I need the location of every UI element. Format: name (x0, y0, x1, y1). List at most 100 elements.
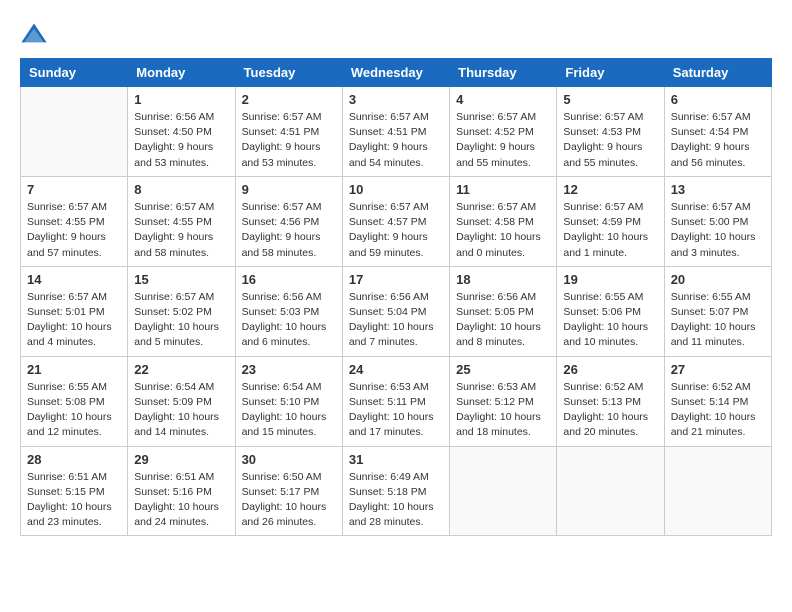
calendar-cell (21, 87, 128, 177)
day-number: 19 (563, 272, 657, 287)
day-number: 15 (134, 272, 228, 287)
cell-info: Sunrise: 6:54 AMSunset: 5:09 PMDaylight:… (134, 380, 228, 441)
calendar-cell: 31 Sunrise: 6:49 AMSunset: 5:18 PMDayligh… (342, 446, 449, 536)
weekday-header: Saturday (664, 59, 771, 87)
cell-info: Sunrise: 6:49 AMSunset: 5:18 PMDaylight:… (349, 470, 443, 531)
cell-info: Sunrise: 6:57 AMSunset: 4:57 PMDaylight:… (349, 200, 443, 261)
calendar-cell: 19 Sunrise: 6:55 AMSunset: 5:06 PMDayligh… (557, 266, 664, 356)
day-number: 27 (671, 362, 765, 377)
calendar-cell: 25 Sunrise: 6:53 AMSunset: 5:12 PMDayligh… (450, 356, 557, 446)
cell-info: Sunrise: 6:57 AMSunset: 5:01 PMDaylight:… (27, 290, 121, 351)
day-number: 30 (242, 452, 336, 467)
calendar-cell: 21Sunrise: 6:55 AMSunset: 5:08 PMDayligh… (21, 356, 128, 446)
calendar-cell: 13Sunrise: 6:57 AMSunset: 5:00 PMDayligh… (664, 176, 771, 266)
cell-info: Sunrise: 6:57 AMSunset: 4:58 PMDaylight:… (456, 200, 550, 261)
cell-info: Sunrise: 6:57 AMSunset: 4:55 PMDaylight:… (134, 200, 228, 261)
calendar-cell: 7 Sunrise: 6:57 AMSunset: 4:55 PMDaylight… (21, 176, 128, 266)
weekday-header: Monday (128, 59, 235, 87)
day-number: 20 (671, 272, 765, 287)
cell-info: Sunrise: 6:52 AMSunset: 5:14 PMDaylight:… (671, 380, 765, 441)
day-number: 9 (242, 182, 336, 197)
day-number: 11 (456, 182, 550, 197)
calendar-cell: 11 Sunrise: 6:57 AMSunset: 4:58 PMDayligh… (450, 176, 557, 266)
day-number: 22 (134, 362, 228, 377)
calendar-header-row: SundayMondayTuesdayWednesdayThursdayFrid… (21, 59, 772, 87)
weekday-header: Thursday (450, 59, 557, 87)
cell-info: Sunrise: 6:55 AMSunset: 5:08 PMDaylight:… (27, 380, 121, 441)
day-number: 26 (563, 362, 657, 377)
calendar-cell: 8 Sunrise: 6:57 AMSunset: 4:55 PMDaylight… (128, 176, 235, 266)
cell-info: Sunrise: 6:53 AMSunset: 5:11 PMDaylight:… (349, 380, 443, 441)
calendar-cell (450, 446, 557, 536)
cell-info: Sunrise: 6:56 AMSunset: 5:03 PMDaylight:… (242, 290, 336, 351)
calendar-week-row: 21Sunrise: 6:55 AMSunset: 5:08 PMDayligh… (21, 356, 772, 446)
calendar-cell: 18 Sunrise: 6:56 AMSunset: 5:05 PMDayligh… (450, 266, 557, 356)
calendar-cell: 17 Sunrise: 6:56 AMSunset: 5:04 PMDayligh… (342, 266, 449, 356)
cell-info: Sunrise: 6:56 AMSunset: 5:04 PMDaylight:… (349, 290, 443, 351)
calendar-cell (664, 446, 771, 536)
cell-info: Sunrise: 6:51 AMSunset: 5:16 PMDaylight:… (134, 470, 228, 531)
cell-info: Sunrise: 6:57 AMSunset: 4:56 PMDaylight:… (242, 200, 336, 261)
day-number: 1 (134, 92, 228, 107)
day-number: 6 (671, 92, 765, 107)
calendar: SundayMondayTuesdayWednesdayThursdayFrid… (20, 58, 772, 536)
calendar-week-row: 1 Sunrise: 6:56 AMSunset: 4:50 PMDaylight… (21, 87, 772, 177)
calendar-cell: 9 Sunrise: 6:57 AMSunset: 4:56 PMDaylight… (235, 176, 342, 266)
day-number: 28 (27, 452, 121, 467)
weekday-header: Friday (557, 59, 664, 87)
calendar-cell: 2 Sunrise: 6:57 AMSunset: 4:51 PMDaylight… (235, 87, 342, 177)
weekday-header: Tuesday (235, 59, 342, 87)
day-number: 12 (563, 182, 657, 197)
logo-icon (20, 20, 48, 48)
day-number: 10 (349, 182, 443, 197)
day-number: 2 (242, 92, 336, 107)
cell-info: Sunrise: 6:53 AMSunset: 5:12 PMDaylight:… (456, 380, 550, 441)
cell-info: Sunrise: 6:55 AMSunset: 5:06 PMDaylight:… (563, 290, 657, 351)
cell-info: Sunrise: 6:57 AMSunset: 4:52 PMDaylight:… (456, 110, 550, 171)
cell-info: Sunrise: 6:51 AMSunset: 5:15 PMDaylight:… (27, 470, 121, 531)
day-number: 23 (242, 362, 336, 377)
cell-info: Sunrise: 6:57 AMSunset: 4:55 PMDaylight:… (27, 200, 121, 261)
day-number: 3 (349, 92, 443, 107)
calendar-cell: 26Sunrise: 6:52 AMSunset: 5:13 PMDayligh… (557, 356, 664, 446)
weekday-header: Wednesday (342, 59, 449, 87)
calendar-week-row: 14 Sunrise: 6:57 AMSunset: 5:01 PMDayligh… (21, 266, 772, 356)
cell-info: Sunrise: 6:57 AMSunset: 4:51 PMDaylight:… (349, 110, 443, 171)
calendar-cell: 16Sunrise: 6:56 AMSunset: 5:03 PMDayligh… (235, 266, 342, 356)
day-number: 7 (27, 182, 121, 197)
day-number: 17 (349, 272, 443, 287)
calendar-cell: 30Sunrise: 6:50 AMSunset: 5:17 PMDayligh… (235, 446, 342, 536)
calendar-cell: 4Sunrise: 6:57 AMSunset: 4:52 PMDaylight… (450, 87, 557, 177)
day-number: 13 (671, 182, 765, 197)
calendar-week-row: 7 Sunrise: 6:57 AMSunset: 4:55 PMDaylight… (21, 176, 772, 266)
calendar-week-row: 28 Sunrise: 6:51 AMSunset: 5:15 PMDayligh… (21, 446, 772, 536)
calendar-cell: 12 Sunrise: 6:57 AMSunset: 4:59 PMDayligh… (557, 176, 664, 266)
page-header (20, 20, 772, 48)
cell-info: Sunrise: 6:54 AMSunset: 5:10 PMDaylight:… (242, 380, 336, 441)
day-number: 31 (349, 452, 443, 467)
weekday-header: Sunday (21, 59, 128, 87)
day-number: 5 (563, 92, 657, 107)
cell-info: Sunrise: 6:56 AMSunset: 4:50 PMDaylight:… (134, 110, 228, 171)
cell-info: Sunrise: 6:57 AMSunset: 4:59 PMDaylight:… (563, 200, 657, 261)
day-number: 29 (134, 452, 228, 467)
calendar-cell: 29 Sunrise: 6:51 AMSunset: 5:16 PMDayligh… (128, 446, 235, 536)
day-number: 24 (349, 362, 443, 377)
logo (20, 20, 52, 48)
calendar-cell: 23 Sunrise: 6:54 AMSunset: 5:10 PMDayligh… (235, 356, 342, 446)
calendar-cell: 27 Sunrise: 6:52 AMSunset: 5:14 PMDayligh… (664, 356, 771, 446)
calendar-cell: 22 Sunrise: 6:54 AMSunset: 5:09 PMDayligh… (128, 356, 235, 446)
calendar-cell: 5 Sunrise: 6:57 AMSunset: 4:53 PMDaylight… (557, 87, 664, 177)
day-number: 18 (456, 272, 550, 287)
day-number: 25 (456, 362, 550, 377)
calendar-cell: 1 Sunrise: 6:56 AMSunset: 4:50 PMDaylight… (128, 87, 235, 177)
day-number: 8 (134, 182, 228, 197)
cell-info: Sunrise: 6:56 AMSunset: 5:05 PMDaylight:… (456, 290, 550, 351)
calendar-cell: 14 Sunrise: 6:57 AMSunset: 5:01 PMDayligh… (21, 266, 128, 356)
cell-info: Sunrise: 6:57 AMSunset: 4:51 PMDaylight:… (242, 110, 336, 171)
calendar-cell: 6Sunrise: 6:57 AMSunset: 4:54 PMDaylight… (664, 87, 771, 177)
cell-info: Sunrise: 6:57 AMSunset: 4:53 PMDaylight:… (563, 110, 657, 171)
cell-info: Sunrise: 6:55 AMSunset: 5:07 PMDaylight:… (671, 290, 765, 351)
calendar-cell: 15Sunrise: 6:57 AMSunset: 5:02 PMDayligh… (128, 266, 235, 356)
day-number: 14 (27, 272, 121, 287)
